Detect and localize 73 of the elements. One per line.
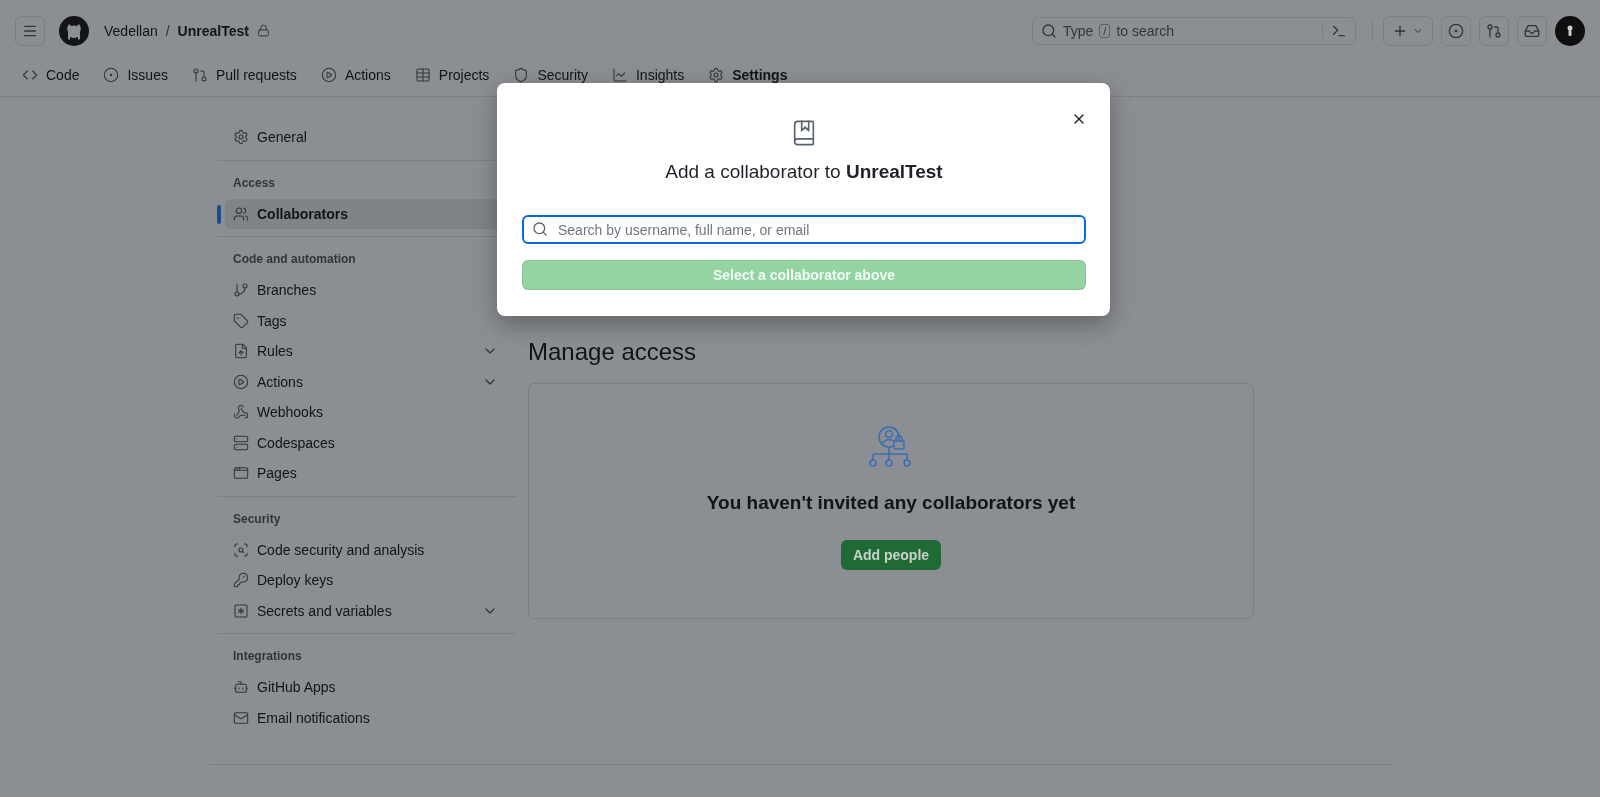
add-people-button[interactable]: Add people [841,540,941,570]
sidebar-item[interactable]: Secrets and variables [225,595,516,626]
issue-icon [103,67,120,83]
pull-request-icon [1486,22,1502,39]
search-icon [532,221,548,237]
repo-tab[interactable]: Pull requests [183,66,305,84]
repo-tab[interactable]: Code [14,66,88,84]
sidebar-item[interactable]: GitHub Apps [225,672,516,703]
table-icon [414,67,431,83]
search-icon [1041,22,1057,39]
repo-tab[interactable]: Insights [603,66,693,84]
repo-tab[interactable]: Settings [700,66,796,84]
search-hint: Type [1063,22,1094,39]
bot-icon [233,679,249,696]
menu-button[interactable] [15,15,45,46]
pull-request-icon [191,67,208,83]
settings-icon [708,67,725,83]
webhook-icon [233,404,249,421]
browser-icon [233,465,249,482]
search-field[interactable]: Search by username, full name, or email [522,215,1086,244]
rules-icon [233,343,249,360]
key-hint: / [1099,23,1111,38]
pull-requests-button[interactable] [1479,15,1509,46]
graph-icon [611,67,628,83]
code-icon [22,67,38,83]
avatar[interactable] [1555,15,1585,46]
path-separator: / [165,22,170,39]
people-icon [233,205,249,222]
section-heading: Code and automation [232,251,357,268]
repo-tab[interactable]: Issues [95,66,176,84]
repository-link[interactable]: UnrealTest [177,22,249,39]
tag-icon [233,312,249,329]
owner-link[interactable]: Vedellan [104,22,158,39]
sidebar-item[interactable]: General [225,122,516,153]
search-hint: to search [1116,22,1174,39]
section-heading: Security [232,510,282,528]
section-title: Manage access [528,337,698,367]
lock-icon [256,24,270,37]
sidebar-item[interactable]: Actions [225,366,516,397]
section-heading: Access [232,174,277,192]
issue-icon [1448,22,1464,39]
repo-tab[interactable]: Actions [312,66,399,84]
repo-tab[interactable]: Projects [406,66,498,84]
sidebar-item[interactable]: Rules [225,336,516,367]
sidebar-item[interactable]: Webhooks [225,397,516,428]
settings-icon [233,129,249,146]
computer-icon [233,434,249,451]
key-icon [233,572,249,589]
sidebar-item[interactable]: Pages [225,458,516,489]
search-field[interactable]: Type / to search [1032,16,1356,45]
inbox-button[interactable] [1517,15,1547,46]
asterisk-icon [233,602,249,619]
dialog-title: Add a collaborator to UnrealTest [665,160,943,184]
sidebar-item[interactable]: Branches [225,275,516,306]
sidebar-item[interactable]: Deploy keys [225,565,516,596]
issues-button[interactable] [1441,15,1471,46]
selected-indicator [217,204,221,224]
sidebar-item[interactable]: Email notifications [225,702,516,733]
play-icon [233,373,249,390]
logo-icon[interactable] [59,15,89,46]
inbox-icon [1524,22,1540,39]
create-button[interactable] [1383,15,1433,46]
sidebar-item[interactable]: Code security and analysis [225,534,516,565]
play-icon [320,67,337,83]
mail-icon [233,709,249,726]
section-heading: Integrations [232,648,303,665]
code-scan-icon [233,541,249,558]
sidebar-item[interactable]: Codespaces [225,427,516,458]
empty-state-message: You haven't invited any collaborators yet [706,492,1076,514]
sidebar-item[interactable]: Tags [225,305,516,336]
branch-icon [233,282,249,299]
repo-tab[interactable]: Security [505,66,596,84]
shield-icon [513,67,530,83]
